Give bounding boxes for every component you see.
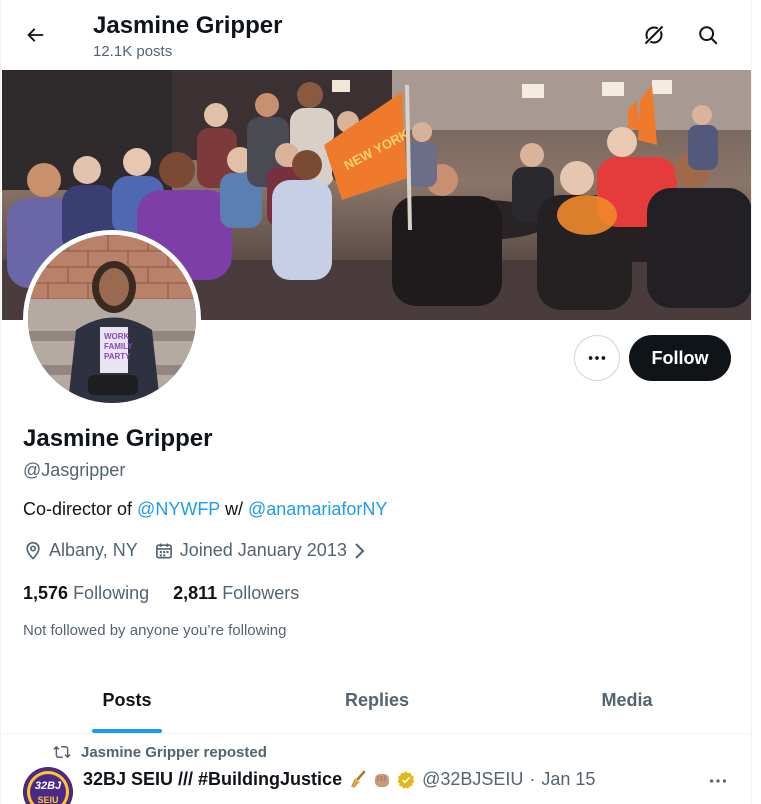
tab-posts[interactable]: Posts <box>2 668 252 733</box>
repost-indicator[interactable]: Jasmine Gripper reposted <box>53 743 267 761</box>
bio-text: Co-director of <box>23 499 138 519</box>
header-post-count: 12.1K posts <box>93 43 173 60</box>
location-item: Albany, NY <box>23 540 138 561</box>
search-button[interactable] <box>691 18 725 52</box>
post-header: 32BJ SEIU /// #BuildingJustice @32BJSEIU… <box>83 769 595 790</box>
followers-label: Followers <box>222 583 300 603</box>
svg-text:PARTY: PARTY <box>104 352 131 361</box>
not-followed-note: Not followed by anyone you’re following <box>23 622 287 639</box>
post-author-handle[interactable]: @32BJSEIU <box>422 769 523 790</box>
profile-name: Jasmine Gripper <box>23 425 213 452</box>
search-icon <box>699 26 718 45</box>
grok-icon <box>644 25 664 45</box>
profile-handle: @Jasgripper <box>23 460 126 480</box>
location-icon <box>26 541 40 560</box>
followers-count-link[interactable]: 2,811 Followers <box>173 583 299 604</box>
bio-mention-link[interactable]: @NYWFP <box>137 499 220 519</box>
svg-text:WORK: WORK <box>104 332 130 341</box>
followers-count: 2,811 <box>173 583 218 603</box>
tab-label: Media <box>601 690 653 710</box>
chevron-right-icon <box>355 542 365 559</box>
broom-emoji <box>351 770 366 788</box>
header-title: Jasmine Gripper <box>93 12 283 39</box>
verified-badge-icon <box>397 770 415 789</box>
follow-counts: 1,576 Following 2,811 Followers <box>23 583 323 604</box>
bio-mention-link[interactable]: @anamariaforNY <box>248 499 387 519</box>
tab-media[interactable]: Media <box>502 668 751 733</box>
profile-page: Jasmine Gripper 12.1K posts NEW YORK WOR… <box>0 0 752 804</box>
active-tab-indicator <box>92 729 162 733</box>
back-button[interactable] <box>17 17 53 53</box>
post-author-name[interactable]: 32BJ SEIU /// #BuildingJustice <box>83 769 342 790</box>
profile-avatar[interactable]: WORK FAMILY PARTY <box>23 230 201 408</box>
svg-text:FAMILY: FAMILY <box>104 342 133 351</box>
location-text: Albany, NY <box>49 540 138 560</box>
following-count: 1,576 <box>23 583 69 603</box>
profile-meta: Albany, NY Joined January 2013 <box>23 540 383 561</box>
follow-button[interactable]: Follow <box>629 335 731 381</box>
logo-text-top: 32BJ <box>35 780 62 792</box>
following-count-link[interactable]: 1,576 Following <box>23 583 149 604</box>
bio-text: w/ <box>220 499 249 519</box>
post-date[interactable]: Jan 15 <box>541 769 595 790</box>
profile-header-bar: Jasmine Gripper 12.1K posts <box>1 0 751 70</box>
fist-emoji <box>375 773 390 787</box>
post-more-button[interactable] <box>701 766 735 796</box>
more-icon <box>588 356 606 360</box>
joined-text: Joined January 2013 <box>179 540 347 560</box>
avatar-photo: WORK FAMILY PARTY <box>28 235 196 403</box>
scrollbar[interactable] <box>752 0 761 804</box>
profile-bio: Co-director of @NYWFP w/ @anamariaforNY <box>23 499 387 520</box>
tab-label: Replies <box>344 690 410 710</box>
profile-tabs: Posts Replies Media <box>2 668 751 734</box>
back-arrow-icon <box>27 28 44 42</box>
header-title-group: Jasmine Gripper 12.1K posts <box>93 10 282 62</box>
calendar-icon <box>155 543 172 558</box>
more-options-button[interactable] <box>574 335 620 381</box>
joined-item[interactable]: Joined January 2013 <box>154 540 367 561</box>
logo-text-bottom: SEIU <box>37 795 58 804</box>
tab-replies[interactable]: Replies <box>252 668 502 733</box>
repost-text: Jasmine Gripper reposted <box>81 743 267 761</box>
seiu-logo: 32BJ SEIU <box>23 767 73 804</box>
following-label: Following <box>73 583 150 603</box>
post-separator: · <box>529 769 536 789</box>
repost-icon <box>53 745 71 759</box>
tab-label: Posts <box>102 690 152 710</box>
post-author-avatar[interactable]: 32BJ SEIU <box>23 767 73 804</box>
more-icon <box>709 779 727 783</box>
grok-button[interactable] <box>637 18 671 52</box>
